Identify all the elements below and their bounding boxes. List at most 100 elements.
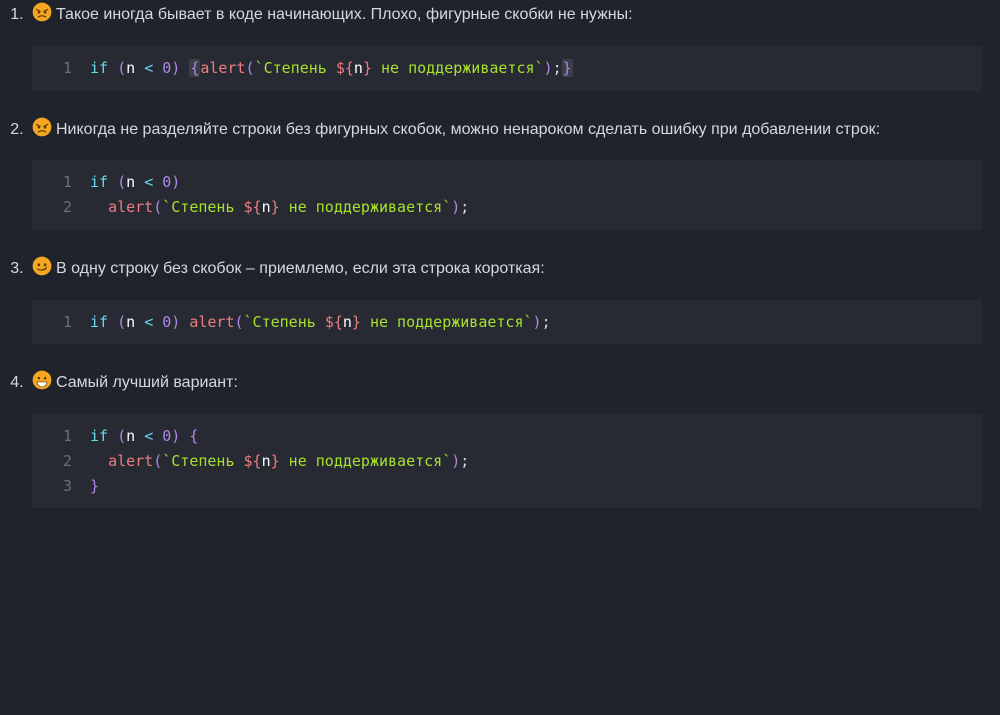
- code-token: [135, 427, 144, 445]
- code-line: 1if (n < 0): [32, 170, 982, 195]
- code-token: (: [153, 198, 162, 216]
- code-content: if (n < 0): [90, 170, 982, 195]
- code-content: if (n < 0) alert(`Степень ${n} не поддер…: [90, 310, 982, 335]
- code-block: 1if (n < 0) alert(`Степень ${n} не подде…: [32, 300, 982, 345]
- code-token: <: [144, 427, 153, 445]
- item-text: Никогда не разделяйте строки без фигурны…: [56, 121, 880, 138]
- code-token: `Степень: [255, 59, 336, 77]
- code-block: 1if (n < 0) {alert(`Степень ${n} не подд…: [32, 46, 982, 91]
- code-token: `Степень: [162, 198, 243, 216]
- code-token: <: [144, 59, 153, 77]
- code-token: (: [235, 313, 244, 331]
- code-token: ): [451, 452, 460, 470]
- code-token: }: [363, 59, 372, 77]
- code-token: ): [171, 313, 180, 331]
- code-token: ): [533, 313, 542, 331]
- code-token: if: [90, 427, 108, 445]
- code-token: [135, 59, 144, 77]
- code-token: ;: [553, 59, 562, 77]
- code-token: alert: [200, 59, 245, 77]
- code-token: n: [354, 59, 363, 77]
- code-token: (: [117, 427, 126, 445]
- line-number: 1: [32, 56, 90, 81]
- code-token: <: [144, 313, 153, 331]
- code-content: if (n < 0) {: [90, 424, 982, 449]
- code-token: 0: [162, 313, 171, 331]
- code-token: }: [352, 313, 361, 331]
- code-token: n: [343, 313, 352, 331]
- code-line: 2 alert(`Степень ${n} не поддерживается`…: [32, 449, 982, 474]
- code-content: alert(`Степень ${n} не поддерживается`);: [90, 449, 982, 474]
- code-token: не поддерживается`: [361, 313, 533, 331]
- line-number: 2: [32, 195, 90, 220]
- code-token: [108, 173, 117, 191]
- code-token: `Степень: [162, 452, 243, 470]
- code-token: }: [562, 59, 573, 77]
- code-token: ${: [244, 452, 262, 470]
- code-token: [108, 427, 117, 445]
- code-token: ): [544, 59, 553, 77]
- code-line: 1if (n < 0) {alert(`Степень ${n} не подд…: [32, 56, 982, 81]
- code-line: 3}: [32, 474, 982, 499]
- code-token: [180, 59, 189, 77]
- code-token: [108, 313, 117, 331]
- item-text: В одну строку без скобок – приемлемо, ес…: [56, 260, 545, 277]
- code-token: {: [189, 427, 198, 445]
- code-token: alert: [189, 313, 234, 331]
- code-token: }: [271, 198, 280, 216]
- code-block: 1if (n < 0)2 alert(`Степень ${n} не подд…: [32, 160, 982, 230]
- code-token: не поддерживается`: [280, 452, 452, 470]
- code-line: 1if (n < 0) alert(`Степень ${n} не подде…: [32, 310, 982, 335]
- grin-emoji-icon: [32, 370, 52, 390]
- code-content: }: [90, 474, 982, 499]
- code-token: if: [90, 313, 108, 331]
- code-token: ${: [336, 59, 354, 77]
- code-token: (: [153, 452, 162, 470]
- code-token: [180, 313, 189, 331]
- list-item: Самый лучший вариант: 1if (n < 0) {2 aler…: [28, 370, 982, 508]
- code-token: (: [246, 59, 255, 77]
- code-token: `Степень: [244, 313, 325, 331]
- list-item: Такое иногда бывает в коде начинающих. П…: [28, 2, 982, 91]
- code-token: [153, 427, 162, 445]
- code-token: [90, 198, 108, 216]
- code-token: (: [117, 59, 126, 77]
- code-token: не поддерживается`: [280, 198, 452, 216]
- code-token: [90, 452, 108, 470]
- code-token: n: [262, 452, 271, 470]
- code-token: [180, 427, 189, 445]
- code-token: ;: [542, 313, 551, 331]
- code-token: [153, 313, 162, 331]
- item-text: Такое иногда бывает в коде начинающих. П…: [56, 6, 633, 23]
- code-token: [153, 59, 162, 77]
- code-token: [135, 173, 144, 191]
- line-number: 2: [32, 449, 90, 474]
- code-content: alert(`Степень ${n} не поддерживается`);: [90, 195, 982, 220]
- list-item: В одну строку без скобок – приемлемо, ес…: [28, 256, 982, 345]
- code-token: ;: [460, 452, 469, 470]
- code-token: [108, 59, 117, 77]
- code-token: 0: [162, 173, 171, 191]
- code-block: 1if (n < 0) {2 alert(`Степень ${n} не по…: [32, 414, 982, 508]
- angry-emoji-icon: [32, 117, 52, 137]
- code-token: if: [90, 59, 108, 77]
- code-line: 2 alert(`Степень ${n} не поддерживается`…: [32, 195, 982, 220]
- code-token: n: [262, 198, 271, 216]
- code-token: [135, 313, 144, 331]
- code-token: ): [451, 198, 460, 216]
- code-line: 1if (n < 0) {: [32, 424, 982, 449]
- code-token: alert: [108, 452, 153, 470]
- code-token: <: [144, 173, 153, 191]
- code-token: {: [189, 59, 200, 77]
- item-text: Самый лучший вариант:: [56, 374, 238, 391]
- code-token: (: [117, 173, 126, 191]
- code-token: ${: [325, 313, 343, 331]
- code-token: n: [126, 427, 135, 445]
- code-token: if: [90, 173, 108, 191]
- code-token: [153, 173, 162, 191]
- line-number: 1: [32, 424, 90, 449]
- line-number: 1: [32, 310, 90, 335]
- line-number: 3: [32, 474, 90, 499]
- code-token: }: [90, 477, 99, 495]
- code-token: n: [126, 173, 135, 191]
